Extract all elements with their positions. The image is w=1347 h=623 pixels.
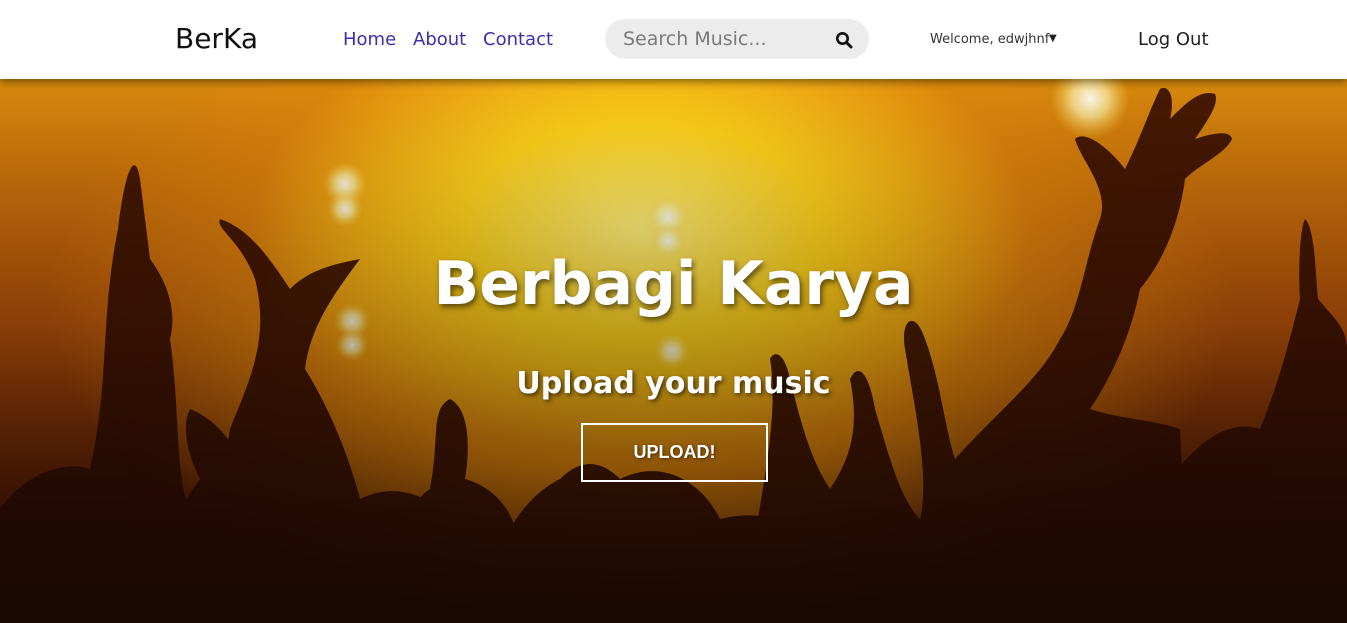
nav-contact-link[interactable]: Contact [483, 29, 553, 50]
search-bar [605, 19, 869, 59]
user-welcome-dropdown[interactable]: Welcome, edwjhnf [930, 32, 1049, 47]
caret-down-icon[interactable]: ▼ [1049, 33, 1057, 44]
nav-home-link[interactable]: Home [343, 29, 396, 50]
search-input[interactable] [623, 27, 823, 51]
concert-crowd-image [0, 79, 1347, 623]
hero-subtitle: Upload your music [516, 366, 831, 401]
navbar: BerKa Home About Contact Welcome, edwjhn… [0, 0, 1347, 79]
upload-button[interactable]: UPLOAD! [581, 423, 768, 482]
search-icon[interactable] [835, 31, 853, 49]
logout-link[interactable]: Log Out [1138, 29, 1209, 50]
nav-about-link[interactable]: About [413, 29, 466, 50]
hero-title: Berbagi Karya [433, 249, 914, 319]
brand-logo[interactable]: BerKa [175, 22, 258, 55]
hero-banner: Berbagi Karya Upload your music UPLOAD! [0, 79, 1347, 623]
